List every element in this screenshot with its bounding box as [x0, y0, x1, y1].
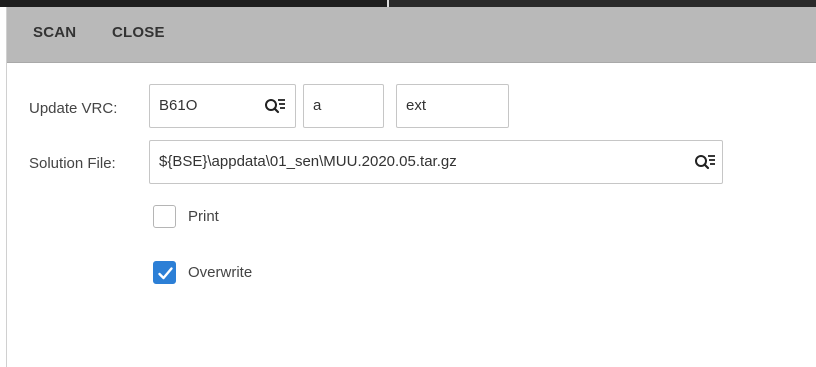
- checkmark-icon: [158, 267, 173, 280]
- top-strip: [0, 0, 816, 7]
- solution-file-value: ${BSE}\appdata\01_sen\MUU.2020.05.tar.gz: [159, 153, 457, 170]
- solution-file-input[interactable]: ${BSE}\appdata\01_sen\MUU.2020.05.tar.gz: [149, 140, 723, 184]
- scan-button[interactable]: SCAN: [33, 24, 76, 41]
- update-vrc-label: Update VRC:: [29, 100, 118, 117]
- update-vrc-dialog: SCAN CLOSE Update VRC: B61O a ext Soluti…: [6, 7, 816, 367]
- screen: SCAN CLOSE Update VRC: B61O a ext Soluti…: [0, 0, 816, 367]
- update-vrc-value: B61O: [159, 97, 198, 114]
- overwrite-checkbox[interactable]: [153, 261, 176, 284]
- print-checkbox[interactable]: [153, 205, 176, 228]
- dialog-menubar: SCAN CLOSE: [7, 7, 816, 63]
- update-vrc-field-3-value: ext: [406, 97, 427, 114]
- update-vrc-field-3[interactable]: ext: [396, 84, 509, 128]
- update-vrc-field-2[interactable]: a: [303, 84, 384, 128]
- close-button[interactable]: CLOSE: [112, 24, 165, 41]
- search-list-icon[interactable]: [264, 97, 286, 117]
- background-window-left: [0, 0, 387, 7]
- background-window-right: [389, 0, 816, 7]
- solution-file-label: Solution File:: [29, 155, 116, 172]
- update-vrc-field-2-value: a: [313, 97, 322, 114]
- update-vrc-input[interactable]: B61O: [149, 84, 296, 128]
- overwrite-label: Overwrite: [188, 264, 253, 281]
- print-label: Print: [188, 208, 219, 225]
- search-list-icon[interactable]: [694, 153, 716, 173]
